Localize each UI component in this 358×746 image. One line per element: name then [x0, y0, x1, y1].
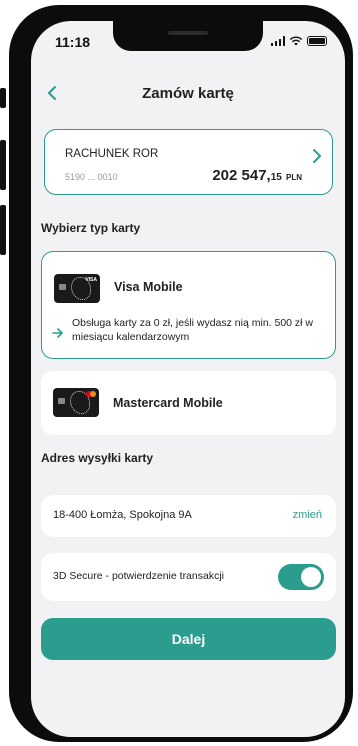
card-option-mastercard[interactable]: Mastercard Mobile: [41, 371, 336, 435]
card-name-mastercard: Mastercard Mobile: [113, 396, 223, 410]
change-address-link[interactable]: zmień: [293, 509, 322, 521]
app-screen: 11:18 Zamów kartę RACHUNEK ROR 5190 ... …: [31, 21, 345, 737]
notch: [113, 21, 263, 51]
chevron-right-icon: [312, 148, 322, 169]
toggle-knob: [301, 567, 321, 587]
arrow-right-icon: [52, 326, 64, 341]
speaker: [168, 31, 208, 35]
status-icons: [270, 36, 327, 46]
account-balance: 202 547,15 PLN: [212, 167, 302, 184]
card-type-label: Wybierz typ karty: [41, 221, 141, 235]
card-info-text: Obsługa karty za 0 zł, jeśli wydasz nią …: [72, 317, 314, 343]
visa-card-image: VISA: [54, 274, 100, 303]
account-selector[interactable]: RACHUNEK ROR 5190 ... 0010 202 547,15 PL…: [44, 129, 333, 195]
battery-icon: [307, 36, 327, 46]
account-name: RACHUNEK ROR: [65, 148, 159, 160]
shipping-address: 18-400 Łomża, Spokojna 9A zmień: [41, 495, 336, 537]
address-section-label: Adres wysyłki karty: [41, 451, 154, 465]
address-value: 18-400 Łomża, Spokojna 9A: [53, 509, 192, 521]
mastercard-logo-icon: [86, 391, 96, 397]
volume-up-button: [0, 140, 6, 190]
signal-icon: [270, 36, 285, 46]
next-button[interactable]: Dalej: [41, 618, 336, 660]
secure-toggle[interactable]: [278, 564, 324, 590]
secure-row: 3D Secure - potwierdzenie transakcji: [41, 553, 336, 601]
mute-switch: [0, 88, 6, 108]
page-title: Zamów kartę: [142, 85, 234, 102]
phone-frame: 11:18 Zamów kartę RACHUNEK ROR 5190 ... …: [9, 5, 353, 742]
status-time: 11:18: [55, 34, 91, 50]
volume-down-button: [0, 205, 6, 255]
card-name-visa: Visa Mobile: [114, 280, 183, 294]
wifi-icon: [289, 36, 303, 46]
account-number: 5190 ... 0010: [65, 172, 118, 182]
card-option-visa[interactable]: VISA Visa Mobile Obsługa karty za 0 zł, …: [41, 251, 336, 359]
mastercard-card-image: [53, 388, 99, 417]
secure-label: 3D Secure - potwierdzenie transakcji: [53, 570, 224, 582]
